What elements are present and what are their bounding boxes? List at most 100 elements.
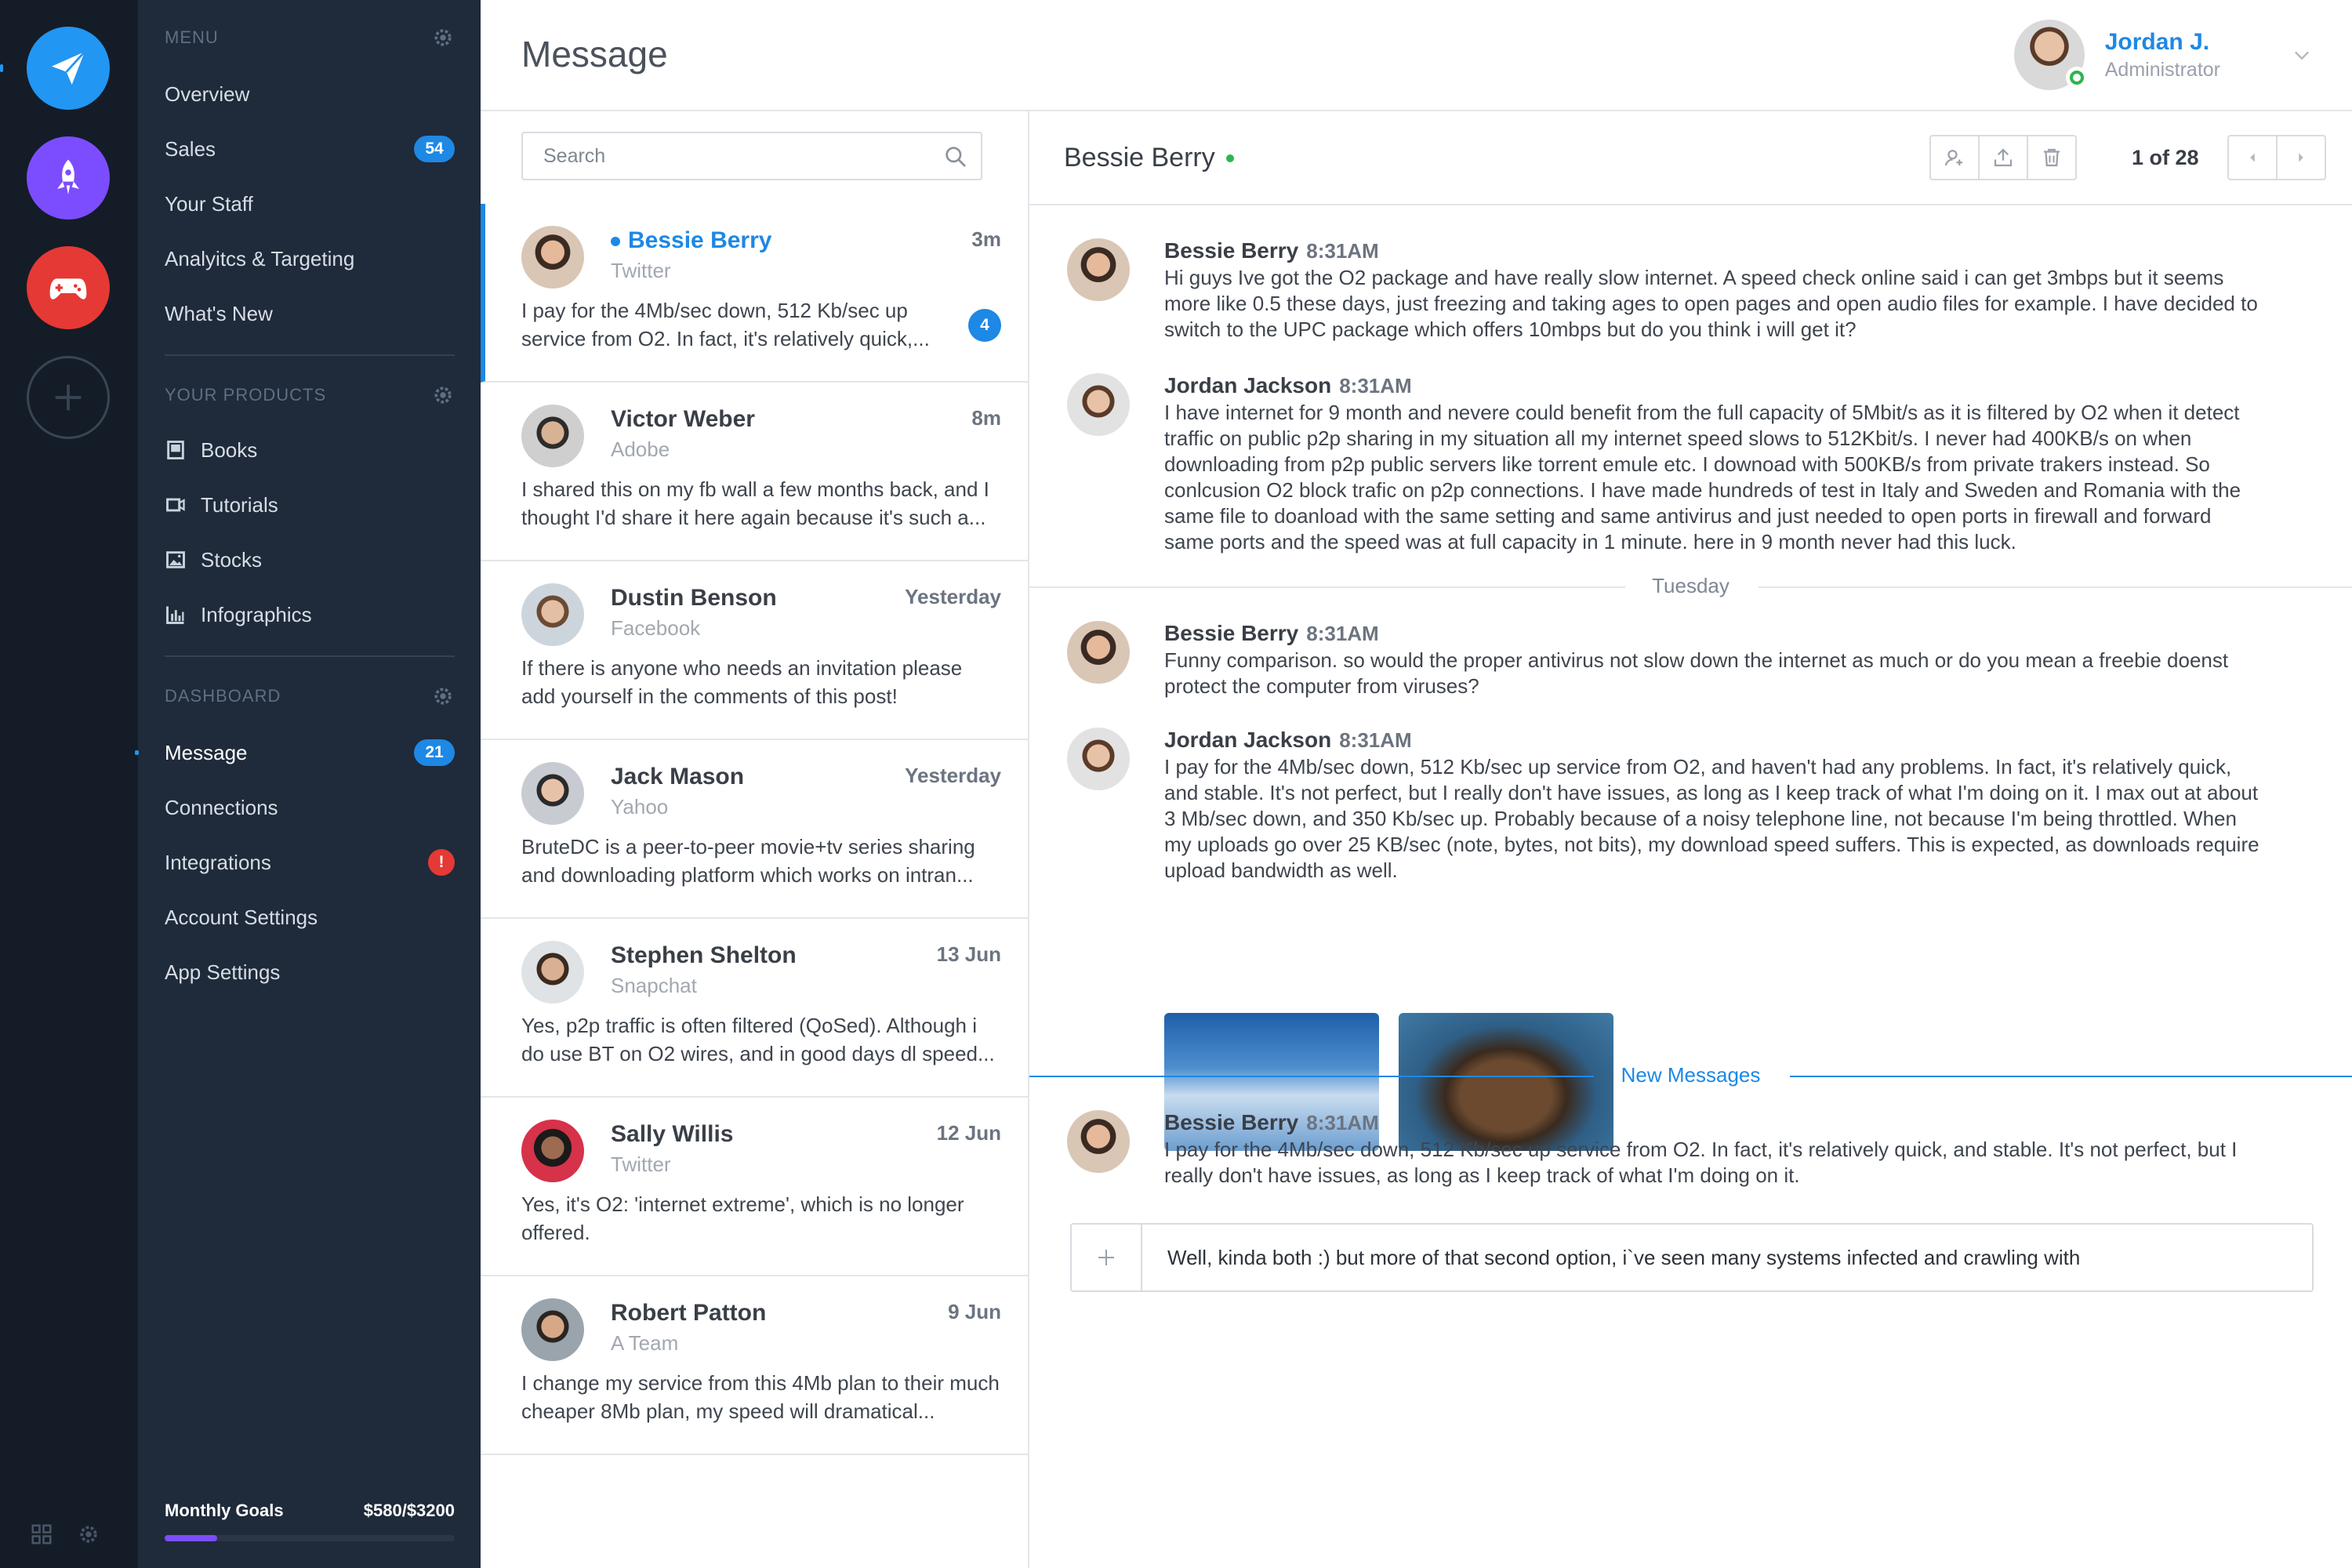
- conversation-source: Twitter: [611, 259, 671, 282]
- rail-active-indicator: [0, 64, 3, 72]
- menu-item-account-settings[interactable]: Account Settings: [165, 894, 455, 941]
- app-root: MENU Overview Sales 54 Your Staff Analyit…: [0, 0, 2352, 1568]
- conversation-item[interactable]: Stephen Shelton Snapchat 13 Jun Yes, p2p…: [481, 919, 1028, 1098]
- menu-item-label: Message: [165, 740, 248, 764]
- conversation-name: Sally Willis: [611, 1121, 734, 1147]
- chat-message: Bessie Berry 8:31AM Funny comparison. so …: [1067, 621, 2321, 707]
- delete-button[interactable]: [2028, 136, 2075, 179]
- menu-item-app-settings[interactable]: App Settings: [165, 949, 455, 996]
- message-badge: 21: [414, 739, 455, 766]
- menu-section-header: MENU: [165, 22, 455, 53]
- integrations-alert-badge: !: [428, 849, 455, 876]
- pager-indicator: 1 of 28: [2132, 146, 2199, 169]
- monthly-goals-label: Monthly Goals: [165, 1501, 284, 1520]
- gear-icon[interactable]: [431, 383, 455, 407]
- menu-divider: [165, 655, 455, 657]
- avatar: [1067, 1110, 1130, 1173]
- online-status-dot: [1225, 154, 1234, 162]
- gear-icon[interactable]: [431, 684, 455, 708]
- conversation-header: Bessie Berry 1 of 28: [1029, 111, 2352, 205]
- search-input[interactable]: Search: [521, 132, 982, 180]
- unread-count-badge: 4: [968, 309, 1001, 342]
- menu-divider: [165, 354, 455, 356]
- conversation-name: Victor Weber: [611, 406, 755, 432]
- chevron-down-icon[interactable]: [2291, 44, 2313, 66]
- video-icon: [166, 498, 185, 512]
- message-text: Funny comparison. so would the proper an…: [1164, 648, 2229, 698]
- rail-app-game[interactable]: [27, 246, 110, 329]
- search-icon[interactable]: [943, 144, 968, 169]
- products-section-title: YOUR PRODUCTS: [165, 385, 327, 405]
- conversation-preview: Yes, p2p traffic is often filtered (QoSe…: [521, 1014, 995, 1065]
- conversation-item[interactable]: Sally Willis Twitter 12 Jun Yes, it's O2…: [481, 1098, 1028, 1276]
- user-menu[interactable]: Jordan J. Administrator: [2013, 19, 2313, 91]
- menu-item-label: Tutorials: [201, 492, 278, 517]
- products-section-header: YOUR PRODUCTS: [165, 379, 455, 411]
- contact-name: Bessie Berry: [1064, 143, 1215, 172]
- menu-item-label: Your Staff: [165, 191, 253, 216]
- add-contact-button[interactable]: [1931, 136, 1980, 179]
- conversation-time: 3m: [971, 227, 1001, 251]
- message-text: I have internet for 9 month and nevere c…: [1164, 401, 2241, 554]
- monthly-goals-value: $580/$3200: [363, 1501, 455, 1520]
- menu-item-tutorials[interactable]: Tutorials: [165, 481, 455, 528]
- next-button[interactable]: [2278, 136, 2325, 179]
- conversation-name: Bessie Berry: [611, 227, 771, 254]
- conversation-item[interactable]: Dustin Benson Facebook Yesterday If ther…: [481, 561, 1028, 740]
- menu-item-label: Account Settings: [165, 905, 318, 929]
- user-role: Administrator: [2104, 58, 2220, 81]
- attach-button[interactable]: [1072, 1225, 1142, 1290]
- conversation-preview: BruteDC is a peer-to-peer movie+tv serie…: [521, 835, 975, 887]
- rail-app-send[interactable]: [27, 27, 110, 110]
- gear-icon[interactable]: [431, 26, 455, 49]
- rail-bottom-tools: [30, 1523, 100, 1546]
- menu-item-sales[interactable]: Sales 54: [165, 125, 455, 172]
- menu-item-whats-new[interactable]: What's New: [165, 290, 455, 337]
- conversation-item[interactable]: Jack Mason Yahoo Yesterday BruteDC is a …: [481, 740, 1028, 919]
- conversation-name: Jack Mason: [611, 764, 745, 789]
- pager-controls: [2227, 135, 2326, 180]
- message-input[interactable]: Well, kinda both :) but more of that sec…: [1142, 1246, 2080, 1270]
- settings-gear-icon[interactable]: [77, 1523, 100, 1546]
- avatar: [1067, 728, 1130, 790]
- menu-item-overview[interactable]: Overview: [165, 71, 455, 118]
- prev-button[interactable]: [2229, 136, 2278, 179]
- menu-item-label: What's New: [165, 301, 273, 325]
- message-text: I pay for the 4Mb/sec down, 512 Kb/sec u…: [1164, 755, 2259, 882]
- trash-icon: [2044, 148, 2060, 167]
- conversation-name-text: Bessie Berry: [628, 227, 772, 253]
- message-author-name: Bessie Berry: [1164, 1110, 1299, 1134]
- conversation-source: Adobe: [611, 437, 670, 461]
- chat-message: Jordan Jackson 8:31AM I have internet for…: [1067, 373, 2321, 561]
- menu-item-your-staff[interactable]: Your Staff: [165, 180, 455, 227]
- conversation-name: Robert Patton: [611, 1300, 767, 1326]
- menu-item-connections[interactable]: Connections: [165, 784, 455, 831]
- upload-icon: [1994, 148, 2013, 167]
- menu-item-label: Overview: [165, 82, 250, 106]
- menu-item-infographics[interactable]: Infographics: [165, 591, 455, 638]
- rail-add-app[interactable]: [27, 356, 110, 439]
- message-author-name: Bessie Berry: [1164, 238, 1299, 263]
- message-author-name: Jordan Jackson: [1164, 373, 1332, 397]
- conversation-item[interactable]: Bessie Berry Twitter 3m I pay for the 4M…: [481, 204, 1028, 383]
- conversation-item[interactable]: Victor Weber Adobe 8m I shared this on m…: [481, 383, 1028, 561]
- conversation-item[interactable]: Robert Patton A Team 9 Jun I change my s…: [481, 1276, 1028, 1455]
- grid-icon[interactable]: [30, 1523, 53, 1546]
- conversation-name: Stephen Shelton: [611, 942, 797, 968]
- conversation-toolbar: [1929, 135, 2077, 180]
- conversation-time: 13 Jun: [936, 942, 1001, 966]
- avatar: [1067, 621, 1130, 684]
- rail-app-rocket[interactable]: [27, 136, 110, 220]
- menu-item-message[interactable]: Message 21: [135, 729, 455, 776]
- upload-button[interactable]: [1980, 136, 2028, 179]
- message-time: 8:31AM: [1306, 239, 1379, 263]
- message-author-name: Bessie Berry: [1164, 621, 1299, 645]
- message-author: Bessie Berry 8:31AM: [1164, 238, 1379, 263]
- menu-item-analytics[interactable]: Analyitcs & Targeting: [165, 235, 455, 282]
- conversation-name: Dustin Benson: [611, 585, 777, 611]
- avatar: [521, 762, 584, 825]
- menu-item-integrations[interactable]: Integrations!: [165, 839, 455, 886]
- conversation-source: Twitter: [611, 1152, 671, 1176]
- menu-item-books[interactable]: Books: [165, 426, 455, 474]
- menu-item-stocks[interactable]: Stocks: [165, 536, 455, 583]
